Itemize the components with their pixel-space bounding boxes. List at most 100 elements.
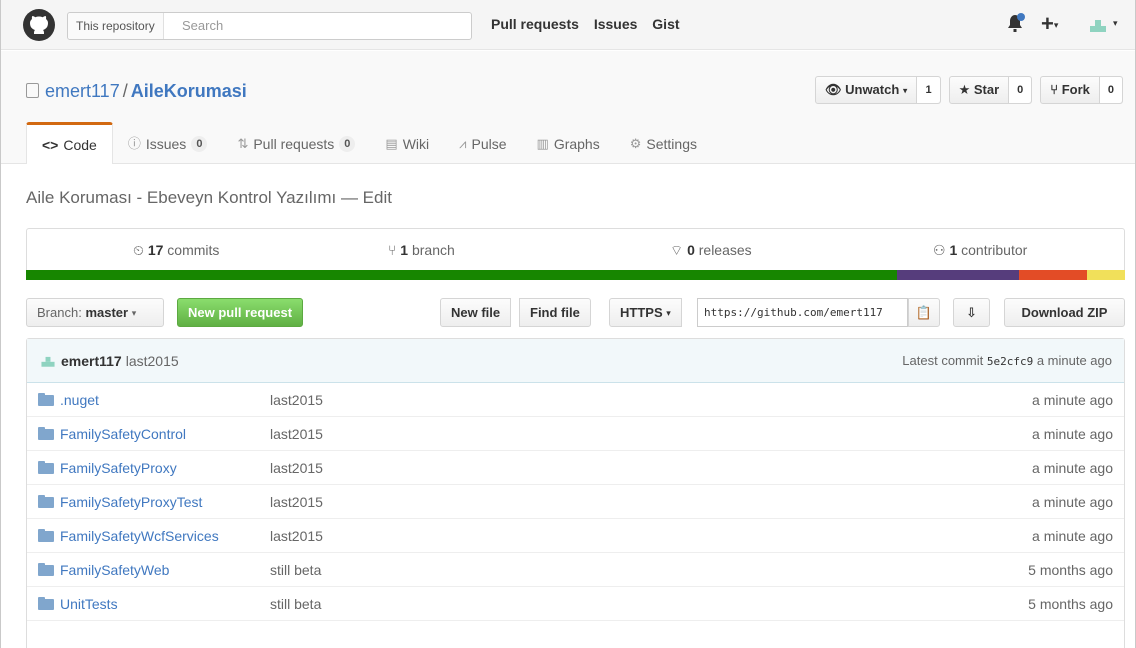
fork-button-group: ⑂ Fork 0 — [1040, 76, 1123, 104]
fork-icon: ⑂ — [1050, 82, 1059, 97]
branch-prefix: Branch: — [37, 305, 82, 320]
nav-gist[interactable]: Gist — [652, 16, 679, 32]
file-navigation: Branch: master ▾ New pull request New fi… — [26, 298, 1125, 328]
pull-requests-count: 0 — [339, 135, 356, 152]
notification-bell-icon[interactable] — [1005, 12, 1027, 34]
table-row: FamilySafetyProxyTest last2015 a minute ag… — [27, 485, 1124, 519]
folder-icon — [38, 495, 54, 508]
code-icon: <> — [42, 136, 59, 153]
repo-name-link[interactable]: AileKorumasi — [131, 81, 247, 101]
fork-button[interactable]: ⑂ Fork — [1041, 77, 1100, 103]
tab-wiki[interactable]: ▤ Wiki — [370, 123, 444, 164]
file-name-link[interactable]: FamilySafetyProxy — [60, 460, 177, 476]
file-name-link[interactable]: .nuget — [60, 392, 99, 408]
branch-select[interactable]: Branch: master ▾ — [26, 298, 164, 327]
top-nav: Pull requests Issues Gist — [491, 16, 691, 32]
table-row: FamilySafetyProxy last2015 a minute ago — [27, 451, 1124, 485]
releases-count: 0 — [687, 242, 695, 258]
browser-frame: This repository Search Pull requests Iss… — [0, 0, 1136, 648]
protocol-select[interactable]: HTTPS ▾ — [609, 298, 682, 327]
latest-commit-label: Latest commit — [902, 353, 984, 368]
commits-link[interactable]: ⏲ 17 commits — [133, 242, 219, 259]
file-commit-message[interactable]: last2015 — [270, 494, 323, 510]
gear-icon: ⚙ — [629, 135, 642, 151]
clone-url-input[interactable]: https://github.com/emert117 — [697, 298, 908, 327]
file-name-link[interactable]: FamilySafetyWcfServices — [60, 528, 219, 544]
tab-graphs[interactable]: ▥ Graphs — [522, 123, 615, 164]
github-logo-icon[interactable] — [23, 9, 55, 41]
create-new-dropdown[interactable]: +▾ — [1041, 12, 1058, 37]
fork-count[interactable]: 0 — [1099, 77, 1122, 103]
repo-owner-link[interactable]: emert117 — [45, 81, 120, 101]
file-age: a minute ago — [1032, 528, 1113, 544]
download-zip-button[interactable]: Download ZIP — [1004, 298, 1125, 327]
star-button-group: ★ Star 0 — [948, 76, 1033, 104]
file-age: 5 months ago — [1028, 562, 1113, 578]
nav-pull-requests[interactable]: Pull requests — [491, 16, 579, 32]
file-commit-message[interactable]: still beta — [270, 596, 321, 612]
contributor-label: contributor — [961, 242, 1028, 258]
watch-count[interactable]: 1 — [917, 77, 940, 103]
organization-icon: ⚇ — [933, 242, 946, 258]
tab-pulse-label: Pulse — [471, 135, 507, 152]
book-icon: ▤ — [385, 135, 398, 151]
table-row: FamilySafetyWeb still beta 5 months ago — [27, 553, 1124, 587]
pull-request-icon: ⇅ — [237, 135, 249, 151]
avatar[interactable] — [39, 352, 57, 370]
chevron-down-icon: ▾ — [1053, 20, 1059, 31]
chevron-down-icon: ▾ — [131, 308, 137, 319]
branch-link[interactable]: ⑂ 1 branch — [388, 242, 455, 258]
desktop-download-icon: ⇩ — [966, 305, 977, 320]
latest-commit: Latest commit 5e2cfc9 a minute ago — [902, 353, 1112, 368]
file-name-link[interactable]: FamilySafetyWeb — [60, 562, 169, 578]
search-input[interactable]: Search — [182, 13, 223, 39]
copy-clipboard-button[interactable]: 📋 — [908, 298, 940, 327]
folder-icon — [38, 393, 54, 406]
repo-description: Aile Koruması - Ebeveyn Kontrol Yazılımı… — [26, 188, 392, 207]
fork-label: Fork — [1061, 82, 1090, 97]
tab-settings[interactable]: ⚙ Settings — [615, 123, 712, 164]
file-commit-message[interactable]: last2015 — [270, 426, 323, 442]
star-count[interactable]: 0 — [1009, 77, 1032, 103]
tab-pull-requests[interactable]: ⇅ Pull requests 0 — [222, 123, 370, 164]
nav-issues[interactable]: Issues — [594, 16, 638, 32]
commit-author[interactable]: emert117 — [61, 353, 122, 369]
file-age: a minute ago — [1032, 460, 1113, 476]
open-in-desktop-button[interactable]: ⇩ — [953, 298, 990, 327]
folder-icon — [38, 529, 54, 542]
search-box[interactable]: This repository Search — [67, 12, 472, 40]
avatar — [1087, 14, 1109, 36]
folder-icon — [38, 563, 54, 576]
new-file-button[interactable]: New file — [440, 298, 512, 327]
repo-header: emert117/AileKorumasi 👁 Unwatch ▾ 1 ★ St… — [1, 51, 1135, 164]
tab-pulse[interactable]: ⩘ Pulse — [444, 123, 521, 164]
unwatch-button[interactable]: 👁 Unwatch ▾ — [816, 77, 918, 103]
new-pull-request-button[interactable]: New pull request — [177, 298, 304, 327]
file-age: a minute ago — [1032, 392, 1113, 408]
table-row: UnitTests still beta 5 months ago — [27, 587, 1124, 621]
tab-issues-label: Issues — [145, 135, 187, 152]
file-name-link[interactable]: UnitTests — [60, 596, 118, 612]
file-commit-message[interactable]: still beta — [270, 562, 321, 578]
contributor-count: 1 — [949, 242, 958, 258]
file-name-link[interactable]: FamilySafetyControl — [60, 426, 186, 442]
commit-sha[interactable]: 5e2cfc9 — [987, 355, 1033, 368]
releases-link[interactable]: ⌔ 0 releases — [670, 242, 752, 260]
file-age: a minute ago — [1032, 494, 1113, 510]
language-bar[interactable] — [26, 270, 1125, 280]
file-commit-message[interactable]: last2015 — [270, 460, 323, 476]
find-file-button[interactable]: Find file — [519, 298, 591, 327]
file-commit-message[interactable]: last2015 — [270, 528, 323, 544]
contributors-link[interactable]: ⚇ 1 contributor — [933, 242, 1027, 259]
star-button[interactable]: ★ Star — [950, 77, 1010, 103]
search-scope-label: This repository — [68, 13, 164, 39]
commit-message[interactable]: last2015 — [126, 353, 179, 369]
commit-author-info: emert117 last2015 — [39, 352, 179, 370]
user-menu[interactable]: ▾ — [1087, 14, 1125, 36]
tab-issues[interactable]: ⓘ Issues 0 — [113, 123, 223, 164]
folder-icon — [38, 461, 54, 474]
tab-code[interactable]: <> Code — [26, 122, 113, 164]
star-label: Star — [973, 82, 1000, 97]
file-name-link[interactable]: FamilySafetyProxyTest — [60, 494, 202, 510]
file-commit-message[interactable]: last2015 — [270, 392, 323, 408]
